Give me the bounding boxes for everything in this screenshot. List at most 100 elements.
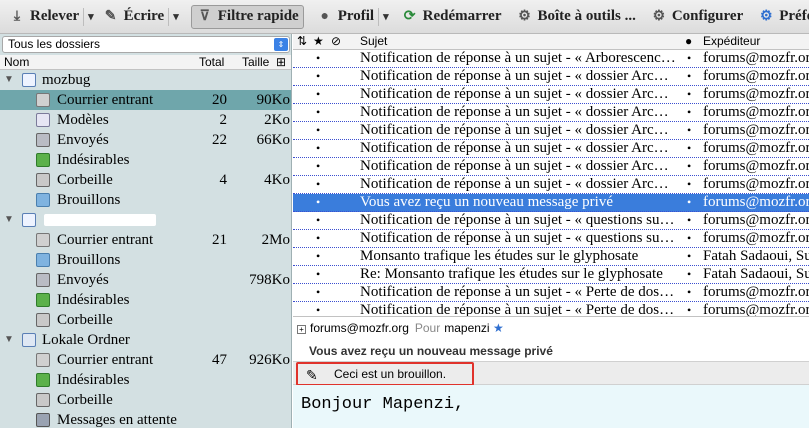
folder-row[interactable]: Envoyés 22 66Ko <box>0 130 291 150</box>
profile-dropdown[interactable]: ▾ <box>378 7 393 26</box>
folder-row[interactable]: Courrier entrant 47 926Ko <box>0 350 291 370</box>
twisty-icon[interactable]: ▼ <box>4 70 14 90</box>
message-row[interactable]: • Notification de réponse à un sujet - « … <box>293 140 809 158</box>
folder-view-select[interactable]: Tous les dossiers ⇕ <box>2 36 290 53</box>
message-row[interactable]: • Notification de réponse à un sujet - « … <box>293 284 809 302</box>
column-subject[interactable]: Sujet <box>360 34 387 49</box>
get-messages-button[interactable]: ⤓ Relever <box>4 5 83 29</box>
message-sender: forums@mozfr.org <box>703 104 809 120</box>
folder-account-row[interactable]: ▼ <box>0 210 291 230</box>
column-size[interactable]: Taille <box>242 55 269 69</box>
folder-row[interactable]: Modèles 2 2Ko <box>0 110 291 130</box>
column-sender[interactable]: Expéditeur <box>703 34 760 49</box>
folder-row[interactable]: Courrier entrant 21 2Mo <box>0 230 291 250</box>
message-subject: Notification de réponse à un sujet - « d… <box>360 68 676 84</box>
thread-column-icon[interactable]: ⇅ <box>297 34 307 49</box>
message-row[interactable]: • Notification de réponse à un sujet - « … <box>293 104 809 122</box>
column-name[interactable]: Nom <box>4 55 29 69</box>
read-status-icon[interactable]: • <box>687 50 691 67</box>
message-row[interactable]: • Notification de réponse à un sujet - « … <box>293 50 809 68</box>
folder-row[interactable]: Indésirables <box>0 150 291 170</box>
preview-to[interactable]: mapenzi <box>444 321 489 335</box>
chevron-up-down-icon: ⇕ <box>274 38 288 51</box>
read-status-icon[interactable]: • <box>687 212 691 229</box>
message-subject: Notification de réponse à un sujet - « A… <box>360 50 676 66</box>
message-row[interactable]: • Notification de réponse à un sujet - « … <box>293 302 809 316</box>
write-dropdown[interactable]: ▾ <box>168 7 183 26</box>
message-sender: forums@mozfr.org <box>703 68 809 84</box>
message-row[interactable]: • Monsanto trafique les études sur le gly… <box>293 248 809 266</box>
folder-row[interactable]: Messages en attente <box>0 410 291 428</box>
configure-button[interactable]: ⚙ Configurer <box>646 5 747 29</box>
folder-row[interactable]: Corbeille <box>0 310 291 330</box>
trash-icon <box>36 173 50 187</box>
read-status-icon[interactable]: • <box>687 266 691 283</box>
message-row[interactable]: • Vous avez reçu un nouveau message privé… <box>293 194 809 212</box>
read-status-icon[interactable]: • <box>687 248 691 265</box>
settings-icon: ⚙ <box>652 9 666 24</box>
message-row[interactable]: • Notification de réponse à un sujet - « … <box>293 86 809 104</box>
read-status-icon[interactable]: • <box>687 158 691 175</box>
folder-account-row[interactable]: ▼ Lokale Ordner <box>0 330 291 350</box>
message-row[interactable]: • Notification de réponse à un sujet - « … <box>293 158 809 176</box>
message-subject: Vous avez reçu un nouveau message privé <box>360 194 613 210</box>
folder-total: 22 <box>212 132 227 148</box>
read-status-icon[interactable]: • <box>687 194 691 211</box>
read-status-icon[interactable]: • <box>687 284 691 301</box>
folder-row[interactable]: Indésirables <box>0 370 291 390</box>
read-status-icon[interactable]: • <box>687 302 691 316</box>
folder-size: 798Ko <box>249 272 290 288</box>
message-row[interactable]: • Notification de réponse à un sujet - « … <box>293 212 809 230</box>
read-status-icon[interactable]: • <box>687 122 691 139</box>
read-status-icon[interactable]: • <box>687 176 691 193</box>
message-row[interactable]: • Notification de réponse à un sujet - « … <box>293 122 809 140</box>
preferences-icon: ⚙ <box>759 9 773 24</box>
message-subject: Notification de réponse à un sujet - « q… <box>360 212 676 228</box>
inbox-icon <box>36 93 50 107</box>
message-sender: forums@mozfr.org <box>703 194 809 210</box>
folder-name: Courrier entrant <box>57 232 154 248</box>
attachment-column-icon[interactable]: ⊘ <box>331 34 341 49</box>
message-row[interactable]: • Notification de réponse à un sujet - « … <box>293 230 809 248</box>
folder-view-value: Tous les dossiers <box>8 37 101 51</box>
folder-row[interactable]: Corbeille 4 4Ko <box>0 170 291 190</box>
toolbox-button[interactable]: ⚙ Boîte à outils ... <box>512 5 640 29</box>
quick-filter-button[interactable]: ⊽ Filtre rapide <box>190 4 304 29</box>
write-button[interactable]: ✎ Écrire <box>98 5 169 29</box>
folder-row[interactable]: Indésirables <box>0 290 291 310</box>
preferences-button[interactable]: ⚙ Préférences <box>753 5 809 29</box>
profile-button[interactable]: ● Profil <box>312 5 378 29</box>
folder-name: Indésirables <box>57 372 130 388</box>
folder-size: 2Mo <box>261 232 290 248</box>
star-column-icon[interactable]: ★ <box>313 34 324 49</box>
folder-row[interactable]: Brouillons <box>0 190 291 210</box>
star-icon[interactable]: ★ <box>493 321 504 335</box>
message-row[interactable]: • Notification de réponse à un sujet - « … <box>293 176 809 194</box>
twisty-icon[interactable]: ▼ <box>4 210 14 230</box>
folder-row[interactable]: Envoyés 798Ko <box>0 270 291 290</box>
read-status-icon[interactable]: • <box>687 104 691 121</box>
preview-from[interactable]: forums@mozfr.org <box>310 321 409 335</box>
folder-row[interactable]: Courrier entrant 20 90Ko <box>0 90 291 110</box>
twisty-icon[interactable]: ▼ <box>4 330 14 350</box>
chevron-down-icon: ▾ <box>88 11 94 23</box>
read-status-icon[interactable]: • <box>687 86 691 103</box>
get-messages-dropdown[interactable]: ▾ <box>83 7 98 26</box>
folder-account-row[interactable]: ▼ mozbug <box>0 70 291 90</box>
column-picker-icon[interactable]: ⊞ <box>276 55 286 69</box>
read-status-icon[interactable]: • <box>687 68 691 85</box>
message-row[interactable]: • Notification de réponse à un sujet - « … <box>293 68 809 86</box>
folder-row[interactable]: Corbeille <box>0 390 291 410</box>
read-status-icon[interactable]: • <box>687 230 691 247</box>
restart-button[interactable]: ⟳ Redémarrer <box>397 5 506 29</box>
message-row[interactable]: • Re: Monsanto trafique les études sur le… <box>293 266 809 284</box>
folder-total: 47 <box>212 352 227 368</box>
read-column-icon[interactable]: ● <box>685 34 692 49</box>
column-total[interactable]: Total <box>199 55 224 69</box>
folder-size: 2Ko <box>264 112 290 128</box>
folder-row[interactable]: Brouillons <box>0 250 291 270</box>
expand-icon[interactable]: + <box>297 325 306 334</box>
thread-dot-icon: • <box>316 105 321 119</box>
message-subject: Notification de réponse à un sujet - « d… <box>360 140 676 156</box>
read-status-icon[interactable]: • <box>687 140 691 157</box>
